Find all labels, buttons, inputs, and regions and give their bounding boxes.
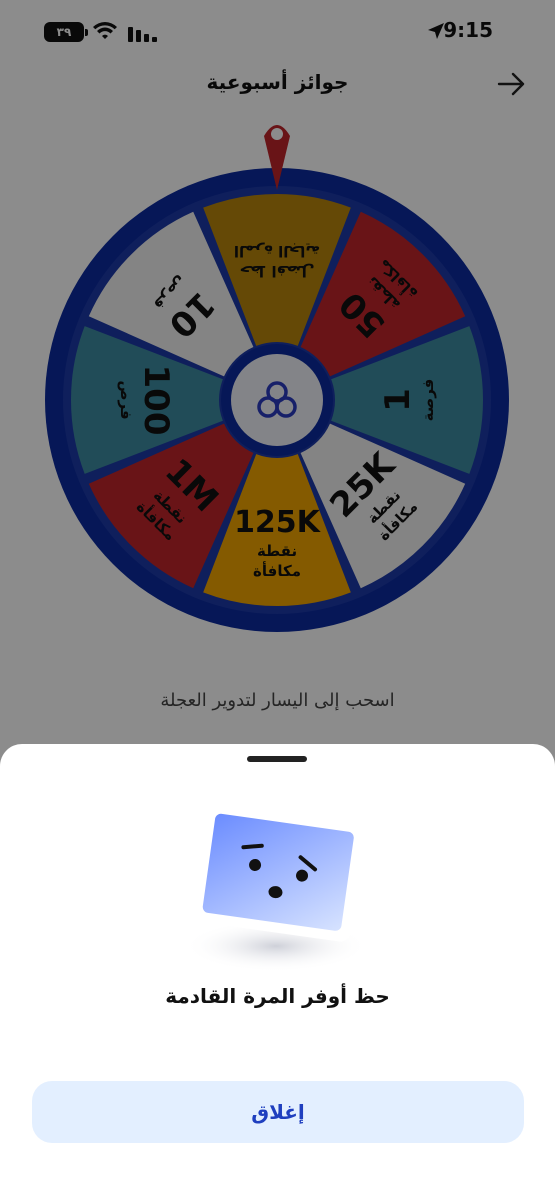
result-title: حظ أوفر المرة القادمة xyxy=(165,984,390,1008)
sheet-grabber[interactable] xyxy=(247,756,307,762)
close-button[interactable]: إغلاق xyxy=(32,1081,524,1143)
result-sheet: حظ أوفر المرة القادمة إغلاق xyxy=(0,744,555,1200)
sad-card-icon xyxy=(184,803,368,972)
